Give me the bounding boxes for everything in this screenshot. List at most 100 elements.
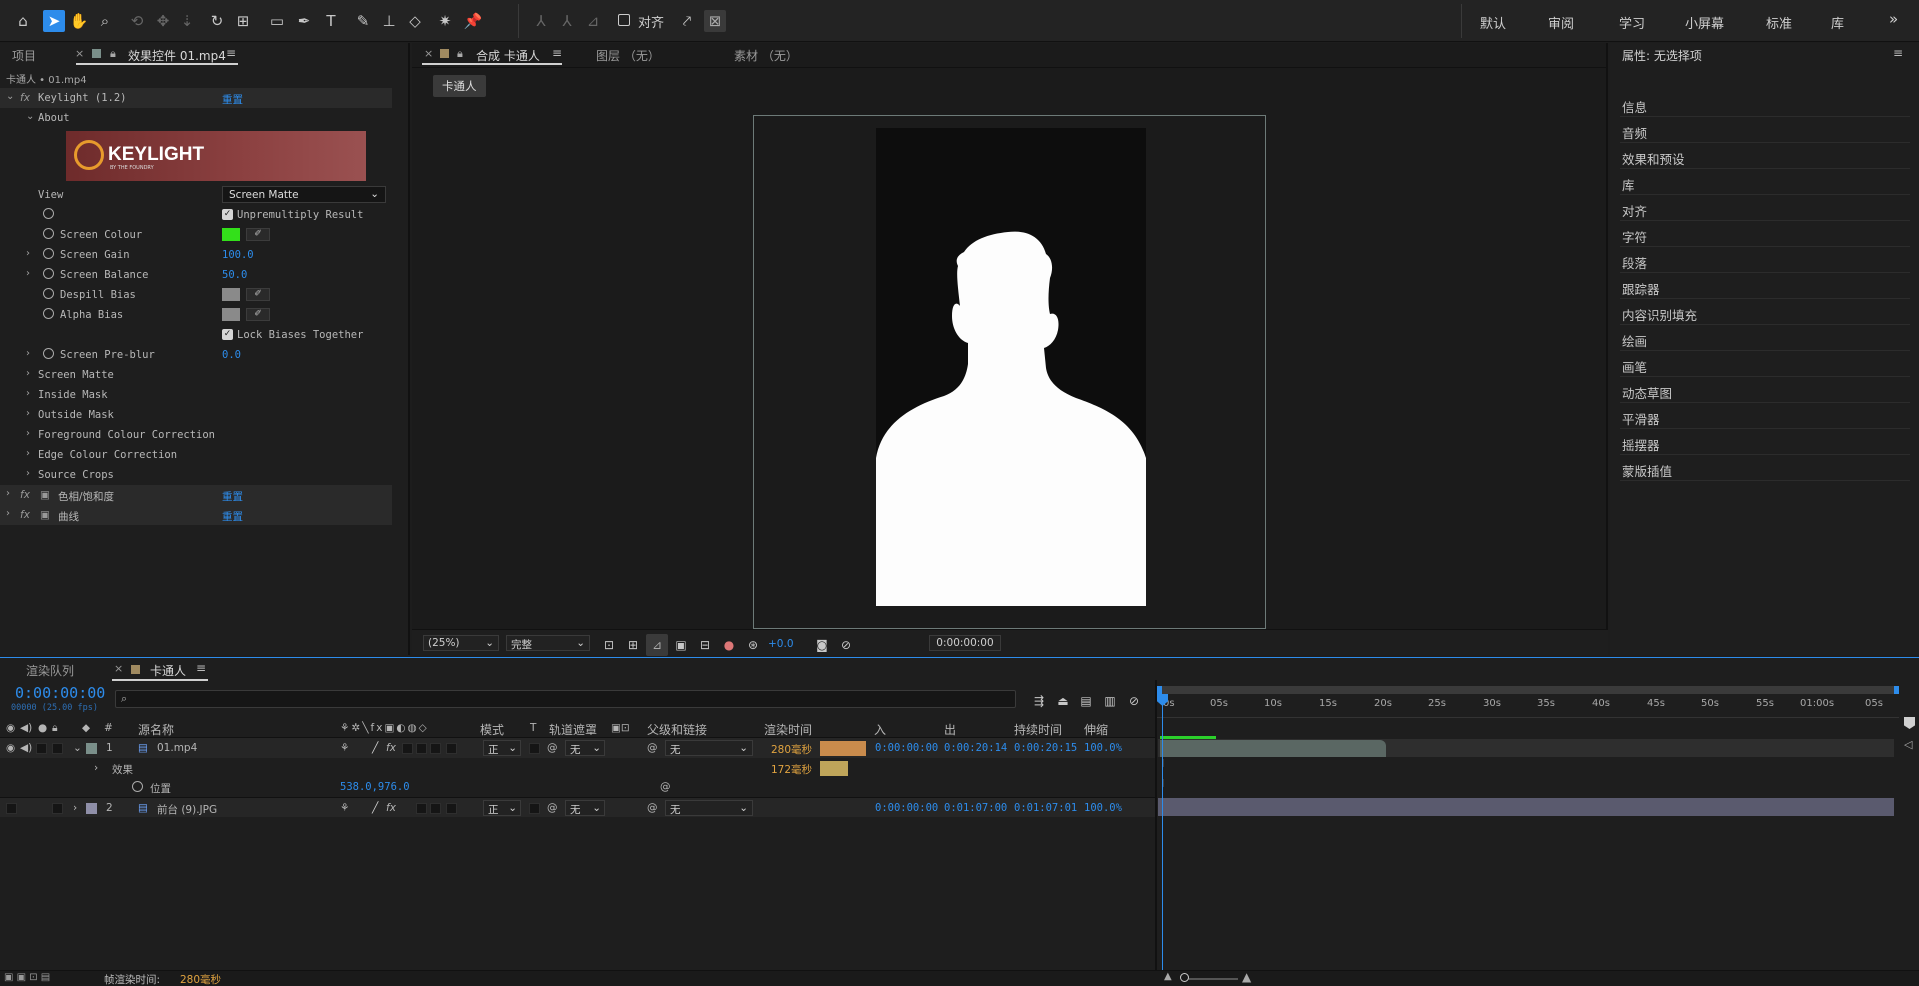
tab-effect-controls[interactable]: 效果控件 01.mp4 [128,47,226,64]
fx-icon[interactable]: fx [20,509,30,521]
chevron-right-icon[interactable]: › [6,488,10,499]
close-tab-icon[interactable]: × [114,662,123,675]
panel-item-content-aware-fill[interactable]: 内容识别填充 [1620,299,1910,325]
group-row[interactable]: › Outside Mask [0,405,392,425]
pen-tool-icon[interactable]: ✒ [293,10,315,32]
hue-sat-effect-row[interactable]: › fx ▣ 色相/饱和度 重置 [0,485,392,505]
fx-icon[interactable]: fx [20,489,30,501]
out-point[interactable]: 0:00:20:14 [944,742,1007,754]
tab-timeline-comp[interactable]: 卡通人 [150,662,186,679]
col-mode[interactable]: 模式 [480,721,504,738]
collapse-switch-icon[interactable]: ⚘ [340,802,349,814]
panel-item-tracker[interactable]: 跟踪器 [1620,273,1910,299]
layer-row-1[interactable]: ◉ ◀) ⌄ 1 ▤ 01.mp4 ⚘ ╱ fx 正 ⌄ @ 无 ⌄ @ 无 ⌄ 28… [0,738,1155,758]
fx-switch-icon[interactable]: fx [386,742,396,754]
snapshot-icon[interactable]: ◙ [811,634,833,656]
chevron-right-icon[interactable]: › [26,268,30,279]
panel-menu-icon[interactable]: ≡ [196,661,206,675]
pan-camera-icon[interactable]: ✥ [152,10,174,32]
panel-item-motion-sketch[interactable]: 动态草图 [1620,377,1910,403]
snap-grid-icon[interactable]: ⊠ [704,10,726,32]
workspace-learn[interactable]: 学习 [1619,13,1645,32]
hue-sat-reset-link[interactable]: 重置 [222,489,243,504]
tab-footage[interactable]: 素材 （无） [734,47,798,64]
panel-item-smoother[interactable]: 平滑器 [1620,403,1910,429]
axis-world-icon[interactable]: ⅄ [556,10,578,32]
tab-composition[interactable]: 合成 卡通人 [476,47,540,64]
blend-mode-dropdown[interactable]: 正 ⌄ [483,800,521,816]
chevron-right-icon[interactable]: › [26,368,30,379]
expand-icon[interactable]: ◁ [1904,738,1912,751]
blend-mode-dropdown[interactable]: 正 ⌄ [483,740,521,756]
hand-tool-icon[interactable]: ✋ [68,10,90,32]
panel-item-info[interactable]: 信息 [1620,91,1910,117]
tab-layer[interactable]: 图层 （无） [596,47,660,64]
lock-toggle[interactable] [52,803,63,814]
keylight-effect-row[interactable]: ⌄ fx Keylight (1.2) 重置 [0,88,392,108]
panel-menu-icon[interactable]: ≡ [552,46,562,60]
label-tag-icon[interactable]: ◆ [82,722,90,734]
parent-dropdown[interactable]: 无 ⌄ [665,740,753,756]
eyedropper-icon[interactable]: ✐ [246,228,270,241]
chevron-down-icon[interactable]: ⌄ [73,742,82,754]
panel-item-wiggler[interactable]: 摇摆器 [1620,429,1910,455]
resolution-dropdown[interactable]: 完整 ⌄ [506,635,590,651]
snap-checkbox[interactable] [618,14,630,26]
stopwatch-icon[interactable] [43,228,54,239]
pickwhip-icon[interactable]: @ [547,802,558,814]
layer-name[interactable]: 01.mp4 [157,742,197,754]
audio-icon[interactable]: ◀) [20,722,32,734]
video-toggle[interactable] [6,803,17,814]
group-row[interactable]: › Source Crops [0,465,392,485]
screen-balance-value[interactable]: 50.0 [222,269,247,281]
zoom-out-icon[interactable]: ▲ [1164,971,1172,982]
alpha-bias-swatch[interactable] [222,308,240,321]
chevron-right-icon[interactable]: › [26,428,30,439]
lock-icon[interactable]: 🔒︎ [52,722,58,735]
chevron-down-icon[interactable]: ⌄ [6,91,14,102]
keylight-reset-link[interactable]: 重置 [222,92,243,107]
work-area-bar[interactable] [1157,686,1899,694]
solo-toggle[interactable] [36,743,47,754]
panel-item-paint[interactable]: 绘画 [1620,325,1910,351]
stopwatch-icon[interactable] [132,781,143,792]
puppet-pin-icon[interactable]: 📌 [462,10,484,32]
stopwatch-icon[interactable] [43,248,54,259]
layer-bar-2[interactable] [1158,798,1894,816]
grid-guides-icon[interactable]: ⊟ [694,634,716,656]
draft-3d-icon[interactable]: ⏏ [1052,690,1074,712]
unpremultiply-checkbox[interactable]: ✓ [222,209,233,220]
color-channel-icon[interactable]: ● [718,634,740,656]
fx-icon[interactable]: fx [20,92,30,104]
effects-row[interactable]: › 效果 172毫秒 [0,758,1155,778]
lock-icon[interactable]: 🔒︎ [110,47,116,61]
show-snapshot-icon[interactable]: ⊘ [835,634,857,656]
col-t[interactable]: T [530,722,536,734]
col-render-time[interactable]: 渲染时间 [764,721,812,738]
layer-label-color[interactable] [86,743,97,754]
col-source-name[interactable]: 源名称 [138,721,174,738]
curves-effect-row[interactable]: › fx ▣ 曲线 重置 [0,505,392,525]
switch-box[interactable] [416,803,427,814]
timecode-field[interactable]: 0:00:00:00 [929,635,1001,651]
region-of-interest-icon[interactable]: ▣ [670,634,692,656]
switches-icons[interactable]: ⚘✲╲fx▣◐◍◇ [340,722,429,734]
group-row[interactable]: › Edge Colour Correction [0,445,392,465]
panel-item-brushes[interactable]: 画笔 [1620,351,1910,377]
anchor-point-icon[interactable]: ⊞ [232,10,254,32]
group-row[interactable]: › Inside Mask [0,385,392,405]
comp-mini-flowchart-icon[interactable]: ⇶ [1028,690,1050,712]
shy-layers-icon[interactable]: ▤ [1075,690,1097,712]
workspace-standard[interactable]: 标准 [1766,13,1792,32]
panel-item-character[interactable]: 字符 [1620,221,1910,247]
switch-box[interactable] [430,743,441,754]
chevron-right-icon[interactable]: › [94,762,98,774]
out-point[interactable]: 0:01:07:00 [944,802,1007,814]
layer-label-color[interactable] [86,803,97,814]
solo-icon[interactable]: ● [38,722,47,734]
switch-box[interactable] [402,743,413,754]
screen-colour-swatch[interactable] [222,228,240,241]
expression-pickwhip-icon[interactable]: @ [660,781,671,793]
parent-dropdown[interactable]: 无 ⌄ [665,800,753,816]
col-track-matte[interactable]: 轨道遮罩 [549,721,597,738]
